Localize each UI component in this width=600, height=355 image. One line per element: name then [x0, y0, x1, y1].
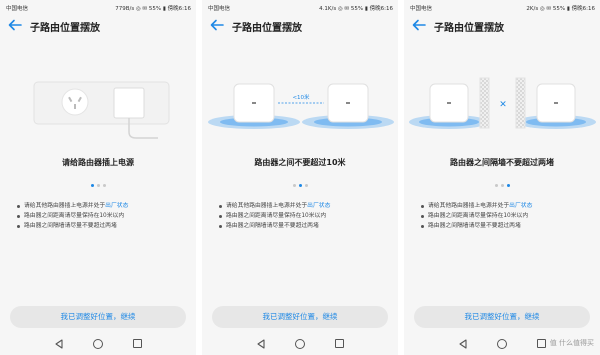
wall-icon: [479, 77, 490, 129]
title-bar: 子路由位置摆放: [0, 14, 196, 38]
tip-text: 请给其他路由器插上电源并处于: [226, 203, 308, 209]
factory-state-link: 出厂状态: [307, 203, 331, 209]
page-dot: [304, 184, 308, 187]
carrier-label: 中国电信: [6, 6, 29, 12]
page-indicator: [404, 184, 600, 187]
continue-button[interactable]: 我已调整好位置，继续: [414, 306, 590, 328]
title-bar: 子路由位置摆放: [404, 14, 600, 38]
plug-icon: [113, 87, 145, 119]
page-dot: [298, 184, 302, 187]
status-right: 4.1K/s ◎ ✉ 55% ▮ 傍晚6:16: [319, 6, 393, 12]
tips-list: 请给其他路由器插上电源并处于出厂状态 路由器之间距离请尽量保持在10米以内 路由…: [420, 201, 595, 231]
tip-item: 路由器之间隔墙请尽量不要超过两堵: [218, 221, 393, 231]
nav-back-icon[interactable]: [458, 339, 468, 349]
carrier-label: 中国电信: [410, 6, 433, 12]
page-indicator: [0, 184, 196, 187]
tip-text: 路由器之间隔墙请尽量不要超过两堵: [24, 223, 117, 229]
nav-home-icon[interactable]: [295, 339, 305, 349]
nav-recents-icon[interactable]: [537, 339, 546, 348]
nav-back-icon[interactable]: [54, 339, 64, 349]
tip-text: 请给其他路由器插上电源并处于: [428, 203, 510, 209]
system-nav-bar: [202, 333, 398, 355]
page-title: 子路由位置摆放: [232, 23, 302, 34]
tip-item: 路由器之间隔墙请尽量不要超过两堵: [420, 221, 595, 231]
watermark: 值 什么值得买: [549, 339, 594, 347]
back-arrow-icon[interactable]: [8, 19, 22, 31]
factory-state-link: 出厂状态: [105, 203, 129, 209]
step-caption: 路由器之间不要超过10米: [254, 158, 346, 167]
wall-icon: [515, 77, 526, 129]
screenshot-strip: 中国电信 779B/s ◎ ✉ 55% ▮ 傍晚6:16 子路由位置摆放 请给路…: [0, 0, 600, 355]
cross-icon: ✕: [499, 100, 507, 110]
factory-state-link: 出厂状态: [509, 203, 533, 209]
page-title: 子路由位置摆放: [30, 23, 100, 34]
page-dot: [506, 184, 510, 187]
tip-item: 请给其他路由器插上电源并处于出厂状态: [218, 201, 393, 211]
screen-walls: 中国电信 2K/s ◎ ✉ 55% ▮ 傍晚6:16 子路由位置摆放 ✕ 路由器…: [404, 0, 600, 355]
tip-item: 路由器之间隔墙请尽量不要超过两堵: [16, 221, 191, 231]
tip-item: 路由器之间距离请尽量保持在10米以内: [16, 211, 191, 221]
page-title: 子路由位置摆放: [434, 23, 504, 34]
tip-item: 路由器之间距离请尽量保持在10米以内: [218, 211, 393, 221]
title-bar: 子路由位置摆放: [202, 14, 398, 38]
status-right: 2K/s ◎ ✉ 55% ▮ 傍晚6:16: [526, 6, 595, 12]
screen-power: 中国电信 779B/s ◎ ✉ 55% ▮ 傍晚6:16 子路由位置摆放 请给路…: [0, 0, 196, 355]
socket-icon: [61, 88, 89, 116]
continue-button[interactable]: 我已调整好位置，继续: [10, 306, 186, 328]
step-caption: 请给路由器插上电源: [62, 158, 134, 167]
router-distance-illustration: <10米: [208, 83, 394, 129]
distance-label: <10米: [292, 93, 310, 101]
tip-text: 路由器之间距离请尽量保持在10米以内: [428, 213, 529, 219]
tip-text: 路由器之间隔墙请尽量不要超过两堵: [428, 223, 521, 229]
page-dot: [494, 184, 498, 187]
tip-item: 路由器之间距离请尽量保持在10米以内: [420, 211, 595, 221]
power-socket-illustration: [33, 81, 170, 139]
page-dot: [102, 184, 106, 187]
nav-recents-icon[interactable]: [133, 339, 142, 348]
tip-item: 请给其他路由器插上电源并处于出厂状态: [420, 201, 595, 211]
tip-text: 路由器之间隔墙请尽量不要超过两堵: [226, 223, 319, 229]
back-arrow-icon[interactable]: [210, 19, 224, 31]
tip-text: 请给其他路由器插上电源并处于: [24, 203, 106, 209]
system-nav-bar: [0, 333, 196, 355]
page-dot: [500, 184, 504, 187]
carrier-label: 中国电信: [208, 6, 231, 12]
step-caption: 路由器之间隔墙不要超过两堵: [450, 158, 554, 167]
nav-home-icon[interactable]: [93, 339, 103, 349]
continue-button[interactable]: 我已调整好位置，继续: [212, 306, 388, 328]
page-dot: [96, 184, 100, 187]
tip-item: 请给其他路由器插上电源并处于出厂状态: [16, 201, 191, 211]
page-indicator: [202, 184, 398, 187]
nav-home-icon[interactable]: [497, 339, 507, 349]
nav-recents-icon[interactable]: [335, 339, 344, 348]
tip-text: 路由器之间距离请尽量保持在10米以内: [226, 213, 327, 219]
router-walls-illustration: ✕: [409, 77, 596, 129]
back-arrow-icon[interactable]: [412, 19, 426, 31]
screen-distance: 中国电信 4.1K/s ◎ ✉ 55% ▮ 傍晚6:16 子路由位置摆放 <10…: [202, 0, 398, 355]
status-right: 779B/s ◎ ✉ 55% ▮ 傍晚6:16: [115, 6, 191, 12]
status-bar: 中国电信 779B/s ◎ ✉ 55% ▮ 傍晚6:16: [0, 0, 196, 14]
tips-list: 请给其他路由器插上电源并处于出厂状态 路由器之间距离请尽量保持在10米以内 路由…: [218, 201, 393, 231]
status-bar: 中国电信 4.1K/s ◎ ✉ 55% ▮ 傍晚6:16: [202, 0, 398, 14]
tips-list: 请给其他路由器插上电源并处于出厂状态 路由器之间距离请尽量保持在10米以内 路由…: [16, 201, 191, 231]
nav-back-icon[interactable]: [256, 339, 266, 349]
page-dot: [90, 184, 94, 187]
page-dot: [292, 184, 296, 187]
tip-text: 路由器之间距离请尽量保持在10米以内: [24, 213, 125, 219]
status-bar: 中国电信 2K/s ◎ ✉ 55% ▮ 傍晚6:16: [404, 0, 600, 14]
